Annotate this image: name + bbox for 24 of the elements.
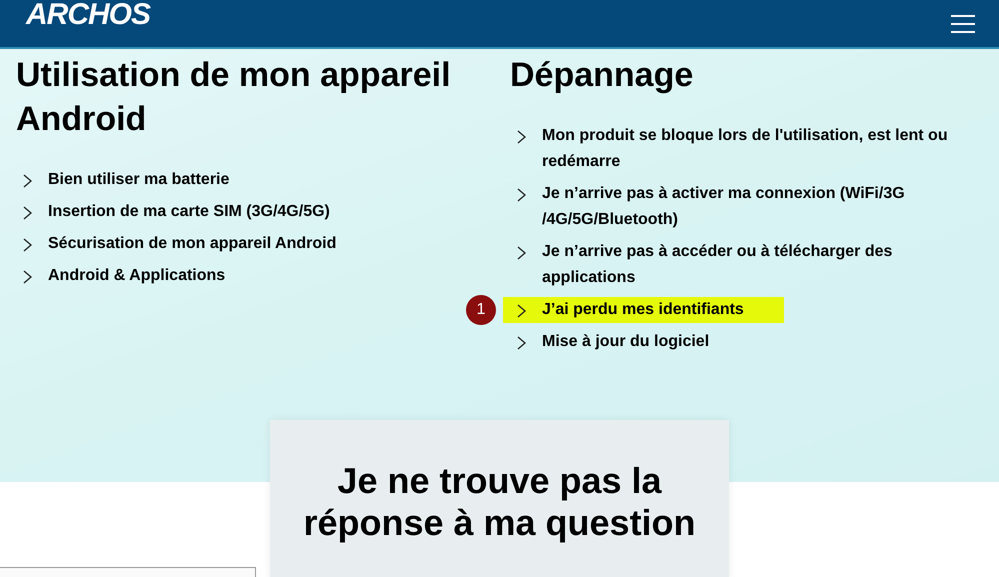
help-link[interactable]: Android & Applications (9, 263, 409, 289)
chevron-right-icon (23, 174, 32, 188)
chevron-right-icon (23, 206, 32, 220)
menu-icon[interactable] (951, 14, 975, 32)
help-link[interactable]: Je n’arrive pas à activer ma connexion (WiFi/3G /4G/5G/Bluetooth) (503, 181, 963, 233)
chevron-right-icon (517, 130, 526, 144)
archos-logo[interactable]: ARCHOS (26, 0, 150, 32)
chevron-right-icon (517, 336, 526, 350)
card-title: Je ne trouve pas la réponse à ma question (302, 460, 697, 545)
number-badge: 1 (466, 295, 496, 325)
chevron-right-icon (23, 238, 32, 252)
chevron-right-icon (23, 270, 32, 284)
chevron-right-icon (517, 304, 526, 318)
section-title: Utilisation de mon appareil Android (16, 55, 452, 140)
help-link[interactable]: J’ai perdu mes identifiants (503, 297, 784, 323)
chevron-right-icon (517, 188, 526, 202)
help-link[interactable]: Je n’arrive pas à accéder ou à télécharger des applications (503, 239, 963, 291)
chevron-right-icon (517, 246, 526, 260)
help-link[interactable]: Insertion de ma carte SIM (3G/4G/5G) (9, 199, 409, 225)
help-link[interactable]: Sécurisation de mon appareil Android (9, 231, 409, 257)
help-link[interactable]: Bien utiliser ma batterie (9, 167, 409, 193)
help-link[interactable]: Mon produit se bloque lors de l'utilisation, est lent ou redémarre (503, 123, 963, 175)
section-title: Dépannage (510, 55, 694, 96)
help-link[interactable]: Mise à jour du logiciel (503, 329, 963, 355)
